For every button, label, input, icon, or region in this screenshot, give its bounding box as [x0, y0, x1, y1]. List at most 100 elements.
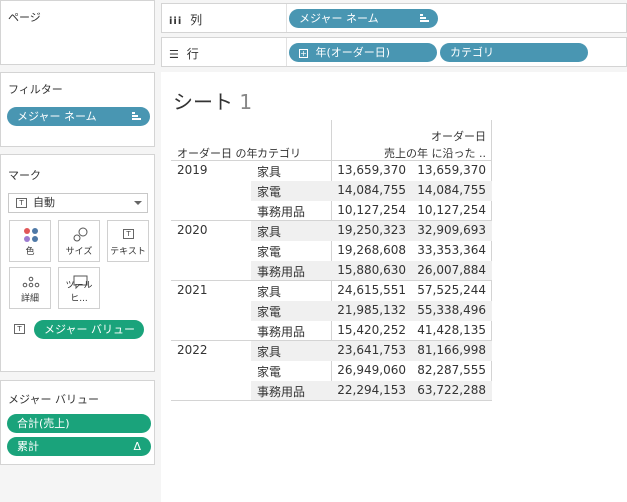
size-label: サイズ: [65, 247, 93, 257]
year-2020: 2020: [177, 223, 208, 237]
rows-shelf-label: ☰ 行: [169, 45, 199, 62]
header-sales: 売上: [384, 147, 406, 160]
pages-panel[interactable]: ページ: [0, 0, 155, 65]
mark-type-dropdown[interactable]: T 自動: [8, 193, 148, 213]
shelf-divider: [286, 38, 287, 66]
cumulative-cell: 81,166,998: [417, 343, 486, 357]
table-calc-delta-icon: Δ: [133, 440, 141, 453]
sales-cell: 23,641,753: [337, 343, 406, 357]
table-row[interactable]: 事務用品 15,420,252 41,428,135: [251, 321, 492, 341]
filters-title: フィルター: [8, 83, 63, 96]
sales-cell: 10,127,254: [337, 203, 406, 217]
measure-pill-sum-sales[interactable]: 合計(売上): [7, 414, 151, 433]
text-encoding-icon: T: [14, 324, 25, 334]
sort-icon: [420, 14, 429, 23]
columns-pill-label: メジャー ネーム: [299, 12, 379, 25]
category-cell: 家具: [257, 165, 282, 179]
cumulative-cell: 57,525,244: [417, 283, 486, 297]
table-row[interactable]: 事務用品 22,294,153 63,722,288: [251, 381, 492, 401]
rows-icon: ☰: [169, 48, 179, 61]
filter-pill-label: メジャー ネーム: [17, 110, 97, 123]
rows-label-text: 行: [186, 47, 199, 61]
text-icon: T: [123, 229, 134, 239]
cumulative-cell: 63,722,288: [417, 383, 486, 397]
sales-cell: 14,084,755: [337, 183, 406, 197]
table-bottom-border: [171, 400, 492, 401]
rows-shelf[interactable]: ☰ 行 + 年(オーダー日) カテゴリ: [161, 37, 627, 67]
measure-pill-label: 合計(売上): [17, 417, 70, 430]
color-button[interactable]: 色: [9, 220, 51, 262]
cumulative-cell: 10,127,254: [417, 203, 486, 217]
crosstab[interactable]: オーダー日 の年 カテゴリ 売上 オーダー日 の年 に沿った .. 2019 家…: [171, 120, 492, 401]
sheet-title-text: シート: [173, 90, 233, 114]
measure-pill-running-total[interactable]: 累計 Δ: [7, 437, 151, 456]
category-cell: 事務用品: [257, 385, 306, 399]
text-button[interactable]: T テキスト: [107, 220, 149, 262]
year-2021: 2021: [177, 283, 208, 297]
table-row[interactable]: 家具 23,641,753 81,166,998: [251, 341, 492, 361]
category-cell: 家具: [257, 285, 282, 299]
size-icon: [73, 227, 88, 242]
detail-button[interactable]: 詳細: [9, 267, 51, 309]
sheet-title: シート 1: [173, 86, 252, 115]
pages-title: ページ: [8, 11, 41, 24]
shelf-divider: [286, 4, 287, 32]
measure-values-panel[interactable]: メジャー バリュー 合計(売上) 累計 Δ: [0, 380, 155, 465]
columns-label-text: 列: [190, 13, 203, 27]
year-2019: 2019: [177, 163, 208, 177]
text-pill-label: メジャー バリュー: [44, 323, 135, 336]
cumulative-cell: 14,084,755: [417, 183, 486, 197]
table-row[interactable]: 家電 19,268,608 33,353,364: [251, 241, 492, 261]
cumulative-cell: 26,007,884: [417, 263, 486, 277]
cumulative-cell: 41,428,135: [417, 323, 486, 337]
filter-pill-measure-names[interactable]: メジャー ネーム: [7, 107, 150, 126]
category-cell: 家電: [257, 365, 282, 379]
color-icon: [24, 228, 38, 242]
category-cell: 事務用品: [257, 325, 306, 339]
cumulative-cell: 82,287,555: [417, 363, 486, 377]
rows-pill-label: カテゴリ: [450, 46, 494, 59]
rows-pill-category[interactable]: カテゴリ: [440, 43, 588, 62]
tooltip-button[interactable]: ツールヒ...: [58, 267, 100, 309]
sales-cell: 26,949,060: [337, 363, 406, 377]
sales-cell: 19,250,323: [337, 223, 406, 237]
text-mark-icon: T: [16, 198, 27, 208]
category-cell: 家具: [257, 225, 282, 239]
color-label: 色: [25, 247, 35, 257]
category-cell: 家電: [257, 185, 282, 199]
marks-title: マーク: [8, 169, 41, 182]
mark-type-value: 自動: [33, 196, 55, 209]
filters-panel[interactable]: フィルター メジャー ネーム: [0, 72, 155, 147]
marks-panel[interactable]: マーク T 自動 色 サイズ T テキスト 詳細 ツールヒ... T メジャー …: [0, 154, 155, 372]
table-row[interactable]: 家具 19,250,323 32,909,693: [251, 221, 492, 241]
table-row[interactable]: 事務用品 10,127,254 10,127,254: [251, 201, 492, 221]
sheet-title-number: 1: [239, 90, 253, 114]
category-cell: 家電: [257, 245, 282, 259]
size-button[interactable]: サイズ: [58, 220, 100, 262]
tooltip-label: ツールヒ...: [65, 281, 93, 304]
cumulative-cell: 55,338,496: [417, 303, 486, 317]
category-cell: 家電: [257, 305, 282, 319]
table-row[interactable]: 家具 24,615,551 57,525,244: [251, 281, 492, 301]
table-row[interactable]: 家具 13,659,370 13,659,370: [251, 161, 492, 181]
text-label: テキスト: [110, 247, 146, 257]
cumulative-cell: 13,659,370: [417, 163, 486, 177]
sales-cell: 21,985,132: [337, 303, 406, 317]
rows-pill-label: 年(オーダー日): [315, 46, 391, 59]
expand-plus-icon: +: [299, 49, 308, 58]
table-row[interactable]: 家電 14,084,755 14,084,755: [251, 181, 492, 201]
table-row[interactable]: 家電 21,985,132 55,338,496: [251, 301, 492, 321]
table-row[interactable]: 家電 26,949,060 82,287,555: [251, 361, 492, 381]
rows-pill-order-year[interactable]: + 年(オーダー日): [289, 43, 437, 62]
text-pill-measure-values[interactable]: メジャー バリュー: [34, 320, 144, 339]
table-row[interactable]: 事務用品 15,880,630 26,007,884: [251, 261, 492, 281]
year-2022: 2022: [177, 343, 208, 357]
sales-cell: 24,615,551: [337, 283, 406, 297]
category-cell: 事務用品: [257, 205, 306, 219]
columns-icon: iii: [169, 16, 183, 27]
columns-shelf[interactable]: iii 列 メジャー ネーム: [161, 3, 627, 33]
sales-cell: 22,294,153: [337, 383, 406, 397]
columns-pill-measure-names[interactable]: メジャー ネーム: [289, 9, 438, 28]
detail-icon: [22, 276, 40, 288]
header-cumulative-line2: の年 に沿った ..: [406, 147, 486, 160]
